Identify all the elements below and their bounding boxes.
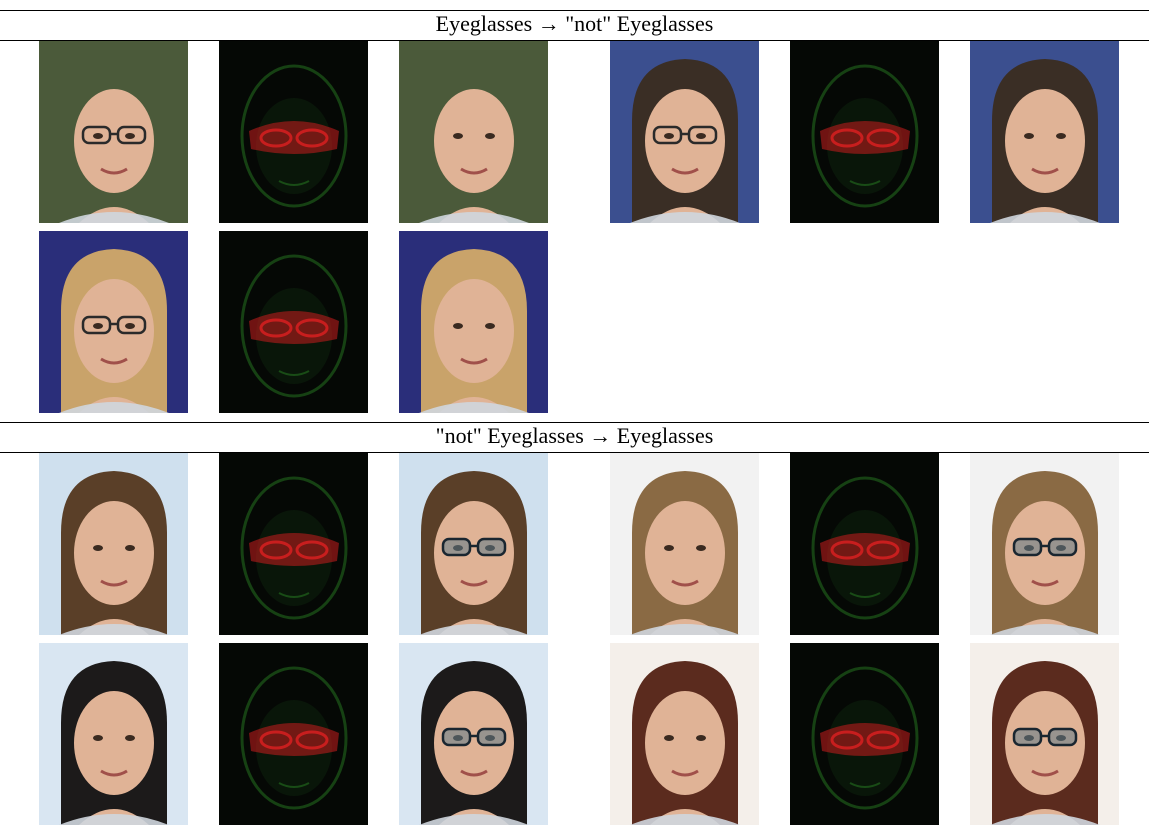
difference-map: [219, 643, 368, 825]
output-image: [970, 643, 1119, 825]
input-image: [39, 643, 188, 825]
arrow-icon: →: [537, 11, 560, 36]
section-1-title: Eyeglasses → "not" Eyeglasses: [0, 11, 1149, 37]
input-image: [39, 41, 188, 223]
input-image: [610, 453, 759, 635]
difference-map: [219, 453, 368, 635]
input-image: [610, 41, 759, 223]
input-image: [610, 643, 759, 825]
input-image: [39, 453, 188, 635]
section-1-source: Eyeglasses: [435, 11, 533, 36]
output-image: [970, 453, 1119, 635]
output-image: [399, 231, 548, 413]
section-2-source: "not" Eyeglasses: [435, 423, 584, 448]
input-image: [39, 231, 188, 413]
section-2-title: "not" Eyeglasses → Eyeglasses: [0, 423, 1149, 449]
output-image: [970, 41, 1119, 223]
output-image: [399, 41, 548, 223]
difference-map: [219, 231, 368, 413]
arrow-icon: →: [589, 423, 612, 448]
output-image: [399, 453, 548, 635]
section-2-target: Eyeglasses: [616, 423, 714, 448]
output-image: [399, 643, 548, 825]
difference-map: [790, 643, 939, 825]
difference-map: [219, 41, 368, 223]
difference-map: [790, 453, 939, 635]
section-1-target: "not" Eyeglasses: [565, 11, 714, 36]
difference-map: [790, 41, 939, 223]
